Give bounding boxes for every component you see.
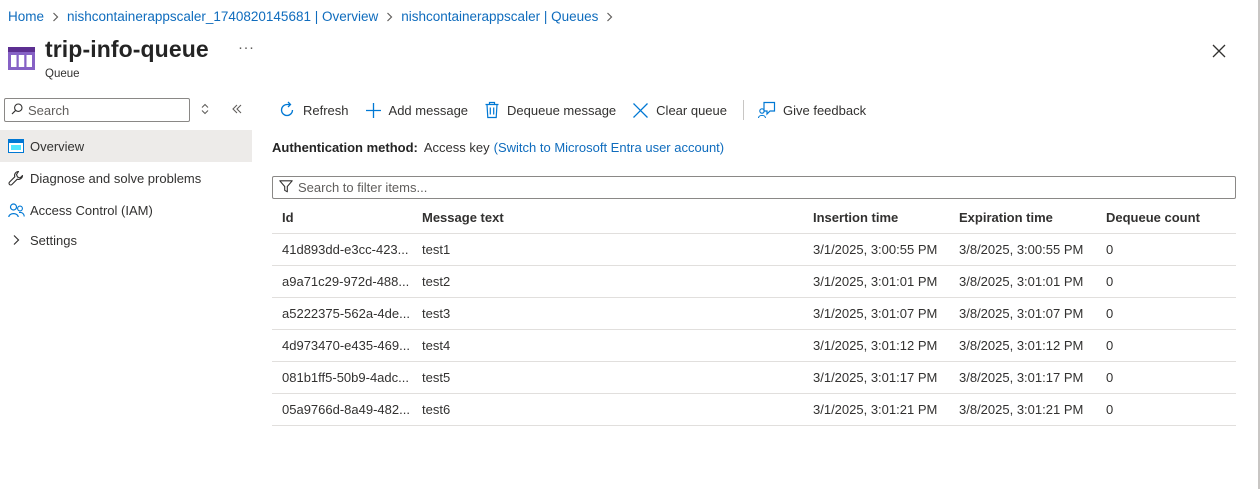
refresh-label: Refresh xyxy=(303,102,349,118)
collapse-sidebar-icon[interactable] xyxy=(231,103,243,118)
cell-expiration-time: 3/8/2025, 3:01:21 PM xyxy=(959,402,1084,417)
column-header-expiration-time[interactable]: Expiration time xyxy=(949,210,1096,225)
more-options-button[interactable]: ··· xyxy=(238,39,255,56)
plus-icon xyxy=(365,102,381,118)
sidebar-item-label: Access Control (IAM) xyxy=(30,202,153,218)
cell-dequeue-count: 0 xyxy=(1106,402,1114,417)
sidebar-item-overview[interactable]: Overview xyxy=(0,130,252,162)
table-row[interactable]: a9a71c29-972d-488... test2 3/1/2025, 3:0… xyxy=(272,266,1236,298)
cell-dequeue-count: 0 xyxy=(1106,370,1114,385)
cell-message-text: test6 xyxy=(422,402,451,417)
dequeue-message-button[interactable]: Dequeue message xyxy=(484,101,616,119)
clear-queue-button[interactable]: Clear queue xyxy=(632,102,727,119)
clear-queue-label: Clear queue xyxy=(656,102,727,118)
search-icon xyxy=(11,102,23,118)
add-message-label: Add message xyxy=(388,102,469,118)
column-header-insertion-time[interactable]: Insertion time xyxy=(803,210,949,225)
cell-id: 4d973470-e435-469... xyxy=(282,338,410,353)
cell-id: 05a9766d-8a49-482... xyxy=(282,402,410,417)
sidebar-item-settings[interactable]: Settings xyxy=(0,224,252,256)
overview-icon xyxy=(0,139,30,153)
queue-icon xyxy=(8,47,35,73)
breadcrumb: Home nishcontainerappscaler_174082014568… xyxy=(8,9,621,24)
cell-id: a9a71c29-972d-488... xyxy=(282,274,410,289)
auth-label: Authentication method: xyxy=(272,140,418,155)
cell-expiration-time: 3/8/2025, 3:01:07 PM xyxy=(959,306,1084,321)
expand-collapse-icon[interactable] xyxy=(200,103,210,118)
command-bar: Refresh Add message Dequeue message Clea… xyxy=(278,99,882,121)
cell-message-text: test3 xyxy=(422,306,451,321)
table-row[interactable]: 081b1ff5-50b9-4adc... test5 3/1/2025, 3:… xyxy=(272,362,1236,394)
give-feedback-label: Give feedback xyxy=(783,102,867,118)
table-header: Id Message text Insertion time Expiratio… xyxy=(272,202,1236,234)
filter-input[interactable] xyxy=(298,180,1198,195)
column-header-message-text[interactable]: Message text xyxy=(412,210,803,225)
cell-expiration-time: 3/8/2025, 3:00:55 PM xyxy=(959,242,1084,257)
table-row[interactable]: a5222375-562a-4de... test3 3/1/2025, 3:0… xyxy=(272,298,1236,330)
cell-message-text: test1 xyxy=(422,242,451,257)
breadcrumb-home[interactable]: Home xyxy=(8,9,44,24)
table-row[interactable]: 41d893dd-e3cc-423... test1 3/1/2025, 3:0… xyxy=(272,234,1236,266)
cell-insertion-time: 3/1/2025, 3:01:17 PM xyxy=(813,370,938,385)
chevron-right-icon xyxy=(52,12,59,22)
wrench-icon xyxy=(0,170,30,186)
chevron-right-icon xyxy=(606,12,613,22)
sidebar-search-input[interactable] xyxy=(28,102,188,118)
cell-expiration-time: 3/8/2025, 3:01:01 PM xyxy=(959,274,1084,289)
trash-icon xyxy=(485,101,499,119)
sidebar-item-access-control[interactable]: Access Control (IAM) xyxy=(0,194,252,226)
switch-auth-link[interactable]: (Switch to Microsoft Entra user account) xyxy=(494,140,724,155)
feedback-icon xyxy=(758,101,776,119)
cell-dequeue-count: 0 xyxy=(1106,338,1114,353)
sidebar-item-diagnose[interactable]: Diagnose and solve problems xyxy=(0,162,252,194)
filter-icon xyxy=(279,179,293,196)
refresh-icon xyxy=(280,101,294,117)
cell-insertion-time: 3/1/2025, 3:01:12 PM xyxy=(813,338,938,353)
column-header-dequeue-count[interactable]: Dequeue count xyxy=(1096,210,1236,225)
cell-insertion-time: 3/1/2025, 3:00:55 PM xyxy=(813,242,938,257)
close-icon[interactable] xyxy=(1211,43,1227,59)
breadcrumb-queues[interactable]: nishcontainerappscaler | Queues xyxy=(401,9,598,24)
give-feedback-button[interactable]: Give feedback xyxy=(758,101,866,119)
table-row[interactable]: 05a9766d-8a49-482... test6 3/1/2025, 3:0… xyxy=(272,394,1236,426)
cell-message-text: test4 xyxy=(422,338,451,353)
chevron-right-icon xyxy=(0,234,30,246)
cell-id: 081b1ff5-50b9-4adc... xyxy=(282,370,409,385)
chevron-right-icon xyxy=(386,12,393,22)
refresh-button[interactable]: Refresh xyxy=(278,101,349,119)
breadcrumb-overview[interactable]: nishcontainerappscaler_1740820145681 | O… xyxy=(67,9,378,24)
cell-id: a5222375-562a-4de... xyxy=(282,306,410,321)
auth-method: Authentication method: Access key (Switch … xyxy=(272,140,724,155)
cell-id: 41d893dd-e3cc-423... xyxy=(282,242,409,257)
sidebar-search[interactable] xyxy=(4,98,190,122)
sidebar-item-label: Settings xyxy=(30,232,77,248)
cell-expiration-time: 3/8/2025, 3:01:12 PM xyxy=(959,338,1084,353)
auth-value: Access key xyxy=(423,140,490,155)
messages-table: Id Message text Insertion time Expiratio… xyxy=(272,202,1236,426)
cell-insertion-time: 3/1/2025, 3:01:21 PM xyxy=(813,402,938,417)
page-title: trip-info-queue xyxy=(45,36,209,62)
table-row[interactable]: 4d973470-e435-469... test4 3/1/2025, 3:0… xyxy=(272,330,1236,362)
cell-message-text: test5 xyxy=(422,370,451,385)
sidebar-item-label: Overview xyxy=(30,138,85,154)
x-icon xyxy=(633,102,649,118)
cell-dequeue-count: 0 xyxy=(1106,274,1114,289)
cell-message-text: test2 xyxy=(422,274,451,289)
people-icon xyxy=(0,202,30,218)
cell-dequeue-count: 0 xyxy=(1106,242,1114,257)
cell-dequeue-count: 0 xyxy=(1106,306,1114,321)
sidebar-item-label: Diagnose and solve problems xyxy=(30,170,202,186)
page-subtitle: Queue xyxy=(45,68,80,80)
cell-insertion-time: 3/1/2025, 3:01:07 PM xyxy=(813,306,938,321)
filter-box[interactable] xyxy=(272,176,1236,199)
column-header-id[interactable]: Id xyxy=(272,210,412,225)
toolbar-divider xyxy=(743,100,744,120)
dequeue-message-label: Dequeue message xyxy=(507,102,617,118)
add-message-button[interactable]: Add message xyxy=(365,102,469,119)
cell-insertion-time: 3/1/2025, 3:01:01 PM xyxy=(813,274,938,289)
cell-expiration-time: 3/8/2025, 3:01:17 PM xyxy=(959,370,1084,385)
